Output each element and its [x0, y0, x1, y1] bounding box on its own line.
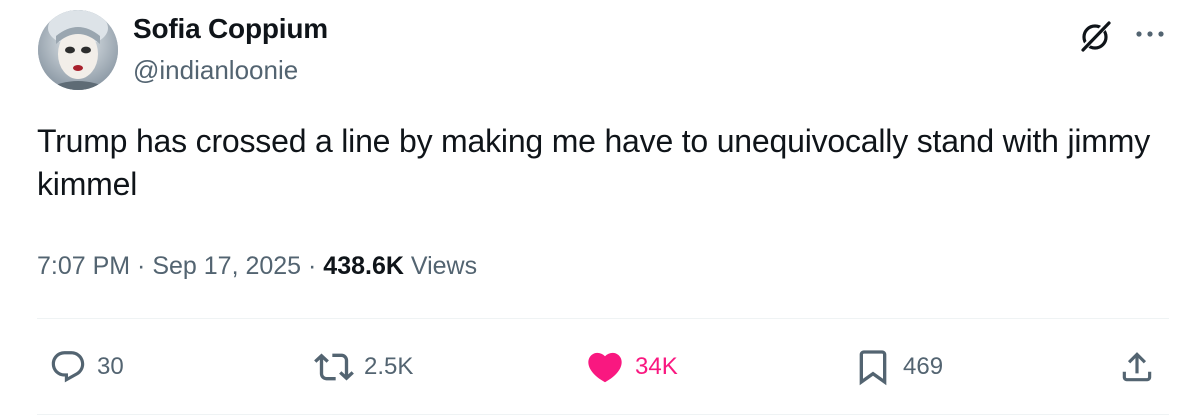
- meta-separator: ·: [130, 252, 153, 280]
- heart-icon: [585, 347, 625, 387]
- grok-icon[interactable]: [1078, 18, 1114, 54]
- share-button[interactable]: [1118, 346, 1156, 388]
- views-count: 438.6K: [323, 252, 404, 280]
- reply-icon: [49, 348, 87, 386]
- views-label: Views: [410, 252, 478, 280]
- tweet-meta: 7:07 PM · Sep 17, 2025 · 438.6K Views: [37, 248, 477, 284]
- avatar[interactable]: [38, 10, 118, 90]
- more-icon[interactable]: [1132, 20, 1168, 50]
- meta-separator: ·: [301, 252, 324, 280]
- divider: [37, 414, 1169, 415]
- tweet-card: Sofia Coppium @indianloonie Trump has cr…: [0, 0, 1196, 420]
- bookmark-count: 469: [903, 353, 944, 380]
- repost-button[interactable]: 2.5K: [314, 346, 413, 388]
- repost-count: 2.5K: [364, 353, 414, 380]
- bookmark-icon: [853, 347, 893, 387]
- divider: [37, 318, 1169, 319]
- like-count: 34K: [635, 353, 678, 380]
- reply-button[interactable]: 30: [49, 346, 124, 388]
- tweet-time[interactable]: 7:07 PM: [37, 252, 130, 280]
- author-display-name[interactable]: Sofia Coppium: [133, 12, 328, 46]
- like-button[interactable]: 34K: [585, 346, 678, 388]
- tweet-text: Trump has crossed a line by making me ha…: [37, 123, 1151, 202]
- author-handle[interactable]: @indianloonie: [133, 54, 298, 86]
- share-icon: [1118, 348, 1156, 386]
- repost-icon: [314, 347, 354, 387]
- avatar-image: [38, 10, 118, 90]
- bookmark-button[interactable]: 469: [853, 346, 943, 388]
- tweet-date[interactable]: Sep 17, 2025: [152, 252, 301, 280]
- reply-count: 30: [97, 353, 124, 380]
